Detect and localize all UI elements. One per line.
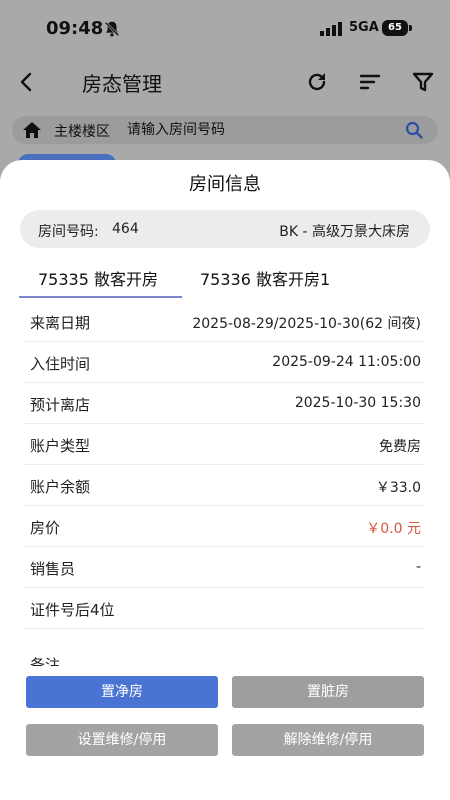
- active-tab-indicator: [19, 296, 182, 298]
- row-label: 账户类型: [30, 437, 91, 455]
- row-value: 2025-09-24 11:05:00: [272, 354, 421, 370]
- row-stay-dates: 来离日期 2025-08-29/2025-10-30(62 间夜): [24, 301, 425, 342]
- row-label: 房价: [30, 519, 61, 537]
- row-label: 账户余额: [30, 478, 91, 496]
- room-info-sheet: 房间信息 房间号码: 464 BK - 高级万景大床房 75335 散客开房 7…: [0, 160, 450, 800]
- building-selector[interactable]: 主楼楼区: [54, 121, 110, 141]
- bell-off-icon: [104, 21, 120, 37]
- row-checkin-time: 入住时间 2025-09-24 11:05:00: [24, 342, 425, 383]
- status-time: 09:48: [46, 18, 104, 39]
- row-value-price: ￥0.0 元: [366, 521, 421, 537]
- row-salesperson: 销售员 -: [24, 547, 425, 588]
- status-bar: 09:48 5GA 65: [0, 0, 450, 56]
- back-arrow-icon[interactable]: [14, 70, 38, 94]
- row-account-type: 账户类型 免费房: [24, 424, 425, 465]
- page-title: 房态管理: [82, 72, 162, 96]
- refresh-icon[interactable]: [305, 70, 329, 94]
- row-account-balance: 账户余额 ￥33.0: [24, 465, 425, 506]
- signal-icon: [320, 22, 342, 36]
- row-label: 证件号后4位: [30, 601, 115, 619]
- room-summary: 房间号码: 464 BK - 高级万景大床房: [20, 210, 430, 248]
- row-label: 入住时间: [30, 355, 91, 373]
- search-bar: 主楼楼区: [12, 116, 438, 144]
- battery-cap: [409, 25, 412, 31]
- row-value: ￥33.0: [375, 480, 421, 496]
- home-icon: [23, 122, 41, 138]
- row-expected-checkout: 预计离店 2025-10-30 15:30: [24, 383, 425, 424]
- nav-bar: 房态管理: [0, 58, 450, 106]
- row-value: 2025-08-29/2025-10-30(62 间夜): [192, 316, 421, 332]
- set-clean-button[interactable]: 置净房: [26, 676, 218, 708]
- room-type: BK - 高级万景大床房: [279, 224, 410, 240]
- row-value: 2025-10-30 15:30: [294, 395, 421, 411]
- row-id-last4: 证件号后4位: [24, 588, 425, 629]
- filter-icon[interactable]: [411, 70, 435, 94]
- tab-guest-75336[interactable]: 75336 散客开房1: [200, 266, 330, 290]
- sheet-title: 房间信息: [189, 174, 261, 195]
- row-value: 免费房: [379, 439, 421, 455]
- battery-icon: 65: [382, 20, 408, 36]
- room-number-label: 房间号码:: [38, 224, 99, 240]
- clear-maintenance-button[interactable]: 解除维修/停用: [232, 724, 424, 756]
- sort-icon[interactable]: [358, 70, 382, 94]
- set-dirty-button[interactable]: 置脏房: [232, 676, 424, 708]
- search-icon[interactable]: [404, 120, 424, 140]
- action-area: 置净房 置脏房 设置维修/停用 解除维修/停用: [0, 666, 450, 800]
- tab-guest-75335[interactable]: 75335 散客开房: [38, 266, 158, 290]
- row-label: 来离日期: [30, 314, 91, 332]
- set-maintenance-button[interactable]: 设置维修/停用: [26, 724, 218, 756]
- row-label: 预计离店: [30, 396, 91, 414]
- info-list: 来离日期 2025-08-29/2025-10-30(62 间夜) 入住时间 2…: [24, 301, 425, 629]
- network-type: 5GA: [349, 20, 379, 35]
- row-label: 销售员: [30, 560, 76, 578]
- room-search-input[interactable]: [127, 119, 387, 141]
- row-room-rate: 房价 ￥0.0 元: [24, 506, 425, 547]
- room-number: 464: [112, 221, 139, 237]
- row-value: -: [415, 559, 421, 575]
- guest-tabs: 75335 散客开房 75336 散客开房1: [0, 260, 450, 300]
